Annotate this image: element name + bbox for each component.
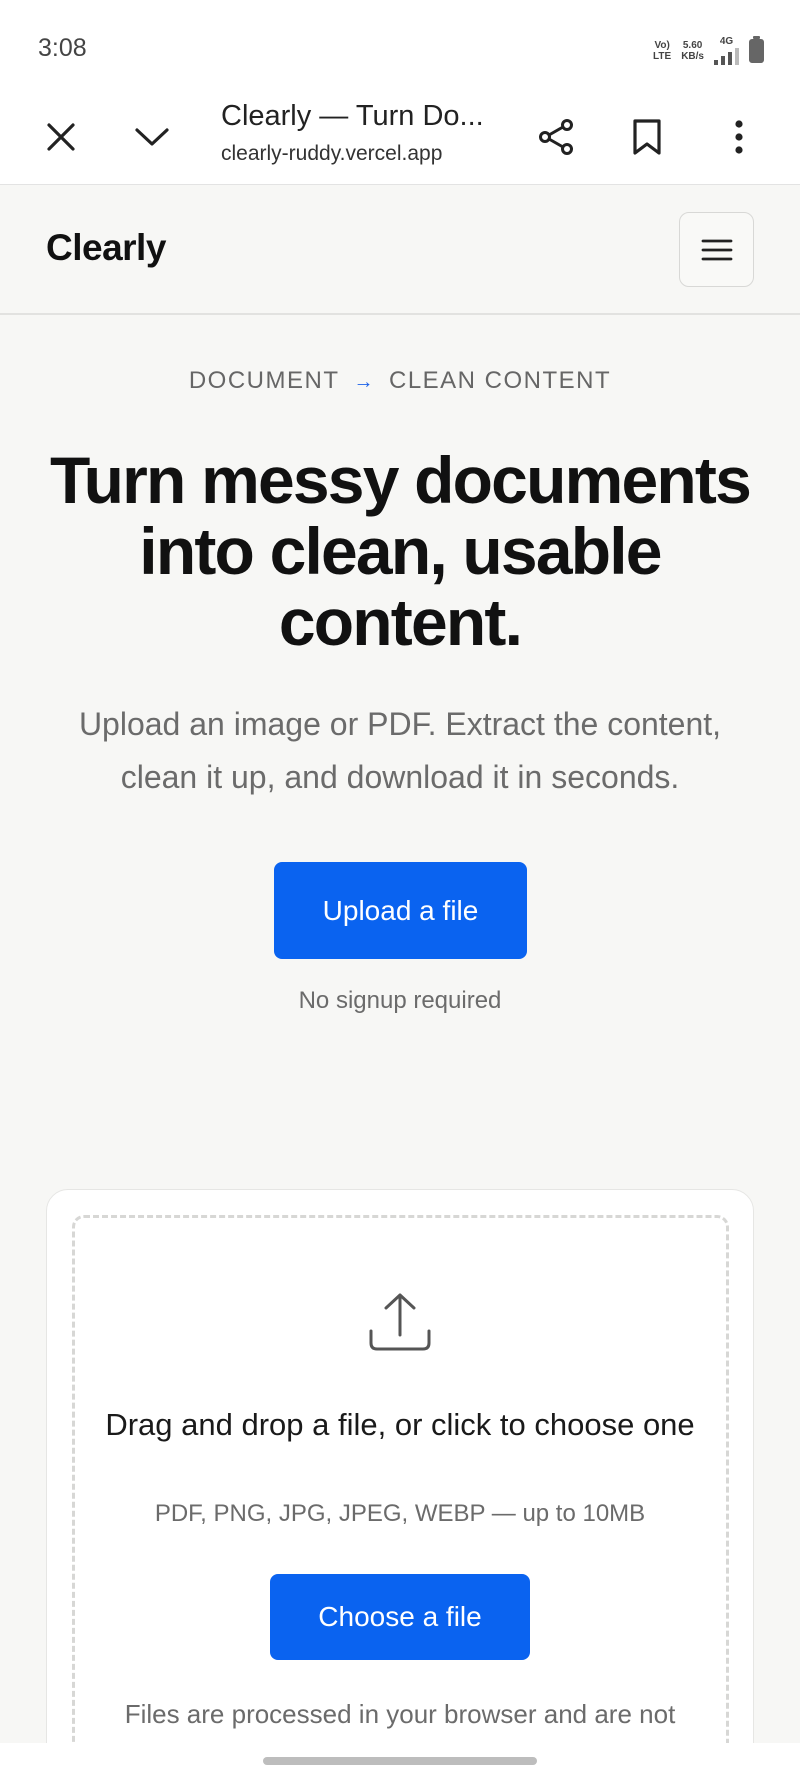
- network-speed: 5.60 KB/s: [681, 40, 704, 62]
- upload-icon: [367, 1291, 433, 1358]
- signal-icon: [714, 47, 739, 65]
- chevron-down-icon[interactable]: [127, 112, 177, 162]
- eyebrow-to: CLEAN CONTENT: [388, 367, 612, 394]
- volte-indicator: Vo) LTE: [653, 40, 671, 62]
- status-bar: 3:08 Vo) LTE 5.60 KB/s 4G: [0, 0, 800, 90]
- status-indicators: Vo) LTE 5.60 KB/s 4G: [653, 35, 764, 65]
- volte-label: Vo): [654, 39, 670, 51]
- upload-card: [46, 1189, 754, 1778]
- dropzone-title: Drag and drop a file, or click to choose…: [105, 1407, 695, 1442]
- close-icon[interactable]: [36, 112, 86, 162]
- status-time: 3:08: [38, 34, 87, 62]
- more-vertical-icon[interactable]: [714, 112, 764, 162]
- share-icon[interactable]: [531, 112, 581, 162]
- network-type-label: 4G: [719, 36, 734, 47]
- hamburger-menu-icon: [701, 239, 732, 260]
- upload-file-button[interactable]: Upload a file: [274, 862, 527, 959]
- hero-subtext: Upload an image or PDF. Extract the cont…: [78, 706, 722, 795]
- bookmark-icon[interactable]: [622, 112, 672, 162]
- speed-unit: KB/s: [681, 50, 704, 62]
- eyebrow-from: DOCUMENT: [188, 367, 340, 394]
- browser-page-title[interactable]: Clearly — Turn Do...: [221, 100, 491, 133]
- speed-value: 5.60: [682, 39, 703, 51]
- network-type: 4G: [714, 36, 739, 65]
- lte-label: LTE: [653, 50, 672, 62]
- battery-icon: [749, 35, 764, 63]
- choose-file-button[interactable]: Choose a file: [270, 1574, 530, 1660]
- site-header: Clearly: [0, 186, 800, 315]
- gesture-handle[interactable]: [263, 1757, 537, 1765]
- hero-headline: Turn messy documents into clean, usable …: [50, 443, 752, 659]
- browser-toolbar: Clearly — Turn Do... clearly-ruddy.verce…: [0, 90, 800, 185]
- brand-logo[interactable]: Clearly: [46, 227, 166, 269]
- menu-button[interactable]: [679, 212, 754, 287]
- signup-note: No signup required: [298, 987, 502, 1014]
- hero-eyebrow: DOCUMENT → CLEAN CONTENT: [0, 367, 800, 395]
- arrow-right-icon: →: [353, 371, 375, 393]
- dropzone-formats: PDF, PNG, JPG, JPEG, WEBP — up to 10MB: [154, 1500, 646, 1527]
- browser-url[interactable]: clearly-ruddy.vercel.app: [221, 142, 461, 166]
